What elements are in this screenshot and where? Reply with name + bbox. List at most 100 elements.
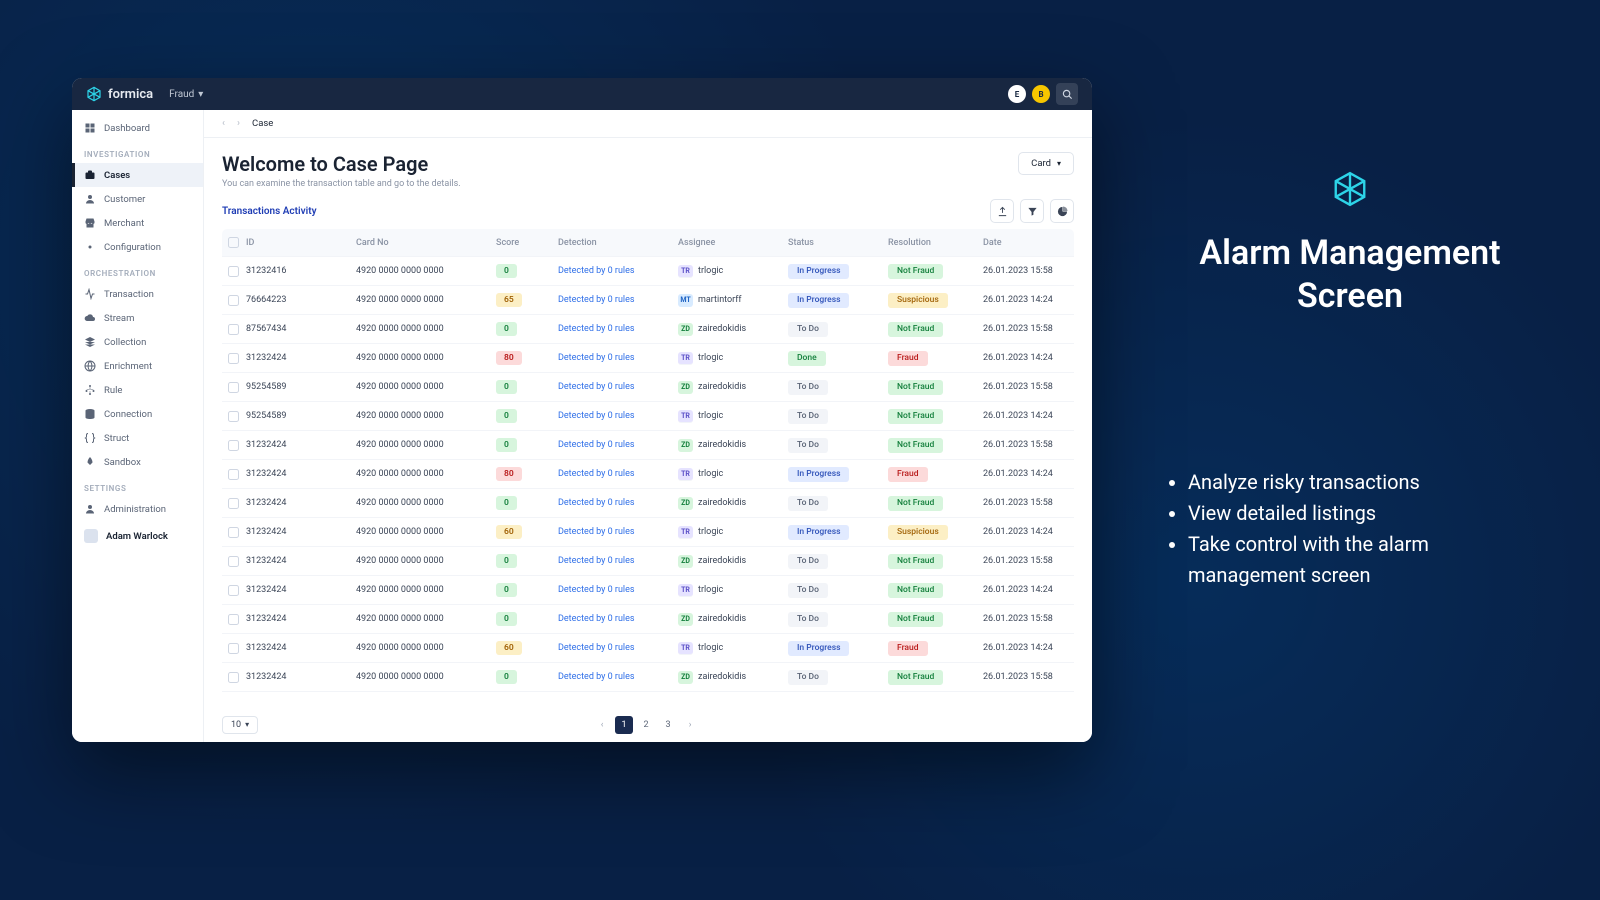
col-header[interactable]: Resolution <box>888 238 983 248</box>
assignee-tag: ZD <box>678 497 693 510</box>
sidebar-item-connection[interactable]: Connection <box>72 402 203 426</box>
cell-detection[interactable]: Detected by 0 rules <box>558 295 678 305</box>
promo-bullet: Take control with the alarm management s… <box>1188 529 1540 591</box>
sidebar-item-transaction[interactable]: Transaction <box>72 282 203 306</box>
row-checkbox[interactable] <box>228 353 239 364</box>
cell-date: 26.01.2023 14:24 <box>983 643 1073 653</box>
cell-detection[interactable]: Detected by 0 rules <box>558 672 678 682</box>
sidebar-item-customer[interactable]: Customer <box>72 187 203 211</box>
cell-id: 31232424 <box>246 585 356 595</box>
sidebar-user[interactable]: Adam Warlock <box>72 521 203 551</box>
row-checkbox[interactable] <box>228 614 239 625</box>
search-button[interactable] <box>1056 83 1078 105</box>
table-row[interactable]: 312324244920 0000 0000 00000Detected by … <box>222 489 1074 518</box>
col-header[interactable]: Date <box>983 238 1073 248</box>
assignee-tag: ZD <box>678 613 693 626</box>
cell-date: 26.01.2023 15:58 <box>983 382 1073 392</box>
sidebar-item-stream[interactable]: Stream <box>72 306 203 330</box>
promo-bullets: Analyze risky transactionsView detailed … <box>1160 467 1540 591</box>
breadcrumb-fwd-icon[interactable]: › <box>237 118 240 129</box>
sidebar-item-rule[interactable]: Rule <box>72 378 203 402</box>
table-row[interactable]: 312324244920 0000 0000 000060Detected by… <box>222 634 1074 663</box>
col-header[interactable]: Card No <box>356 238 496 248</box>
sidebar-item-enrichment[interactable]: Enrichment <box>72 354 203 378</box>
page-number[interactable]: 1 <box>615 716 633 734</box>
row-checkbox[interactable] <box>228 527 239 538</box>
sidebar-item-sandbox[interactable]: Sandbox <box>72 450 203 474</box>
cell-detection[interactable]: Detected by 0 rules <box>558 353 678 363</box>
row-checkbox[interactable] <box>228 295 239 306</box>
sidebar-item-collection[interactable]: Collection <box>72 330 203 354</box>
table-row[interactable]: 312324244920 0000 0000 00000Detected by … <box>222 576 1074 605</box>
sidebar-item-label: Customer <box>104 194 145 205</box>
sidebar-item-administration[interactable]: Administration <box>72 497 203 521</box>
table-row[interactable]: 875674344920 0000 0000 00000Detected by … <box>222 315 1074 344</box>
cell-detection[interactable]: Detected by 0 rules <box>558 469 678 479</box>
assignee-tag: ZD <box>678 381 693 394</box>
export-button[interactable] <box>990 199 1014 223</box>
cell-detection[interactable]: Detected by 0 rules <box>558 527 678 537</box>
row-checkbox[interactable] <box>228 324 239 335</box>
cell-detection[interactable]: Detected by 0 rules <box>558 585 678 595</box>
sidebar-item-cases[interactable]: Cases <box>72 163 203 187</box>
cell-detection[interactable]: Detected by 0 rules <box>558 266 678 276</box>
cell-detection[interactable]: Detected by 0 rules <box>558 643 678 653</box>
page-prev[interactable]: ‹ <box>593 716 611 734</box>
table-row[interactable]: 766642234920 0000 0000 000065Detected by… <box>222 286 1074 315</box>
row-checkbox[interactable] <box>228 672 239 683</box>
card-dropdown[interactable]: Card ▾ <box>1018 152 1074 175</box>
filter-button[interactable] <box>1020 199 1044 223</box>
sidebar-item-dashboard[interactable]: Dashboard <box>72 116 203 140</box>
sidebar-item-label: Cases <box>104 170 130 181</box>
score-badge: 0 <box>496 438 517 452</box>
table-row[interactable]: 312324244920 0000 0000 000080Detected by… <box>222 460 1074 489</box>
table-row[interactable]: 312324244920 0000 0000 00000Detected by … <box>222 431 1074 460</box>
row-checkbox[interactable] <box>228 643 239 654</box>
col-header[interactable]: Assignee <box>678 238 788 248</box>
col-header[interactable]: Detection <box>558 238 678 248</box>
row-checkbox[interactable] <box>228 411 239 422</box>
col-header[interactable]: ID <box>246 238 356 248</box>
page-number[interactable]: 2 <box>637 716 655 734</box>
cell-detection[interactable]: Detected by 0 rules <box>558 324 678 334</box>
row-checkbox[interactable] <box>228 469 239 480</box>
page-size-value: 10 <box>231 720 241 730</box>
row-checkbox[interactable] <box>228 382 239 393</box>
select-all-checkbox[interactable] <box>228 237 239 248</box>
cell-assignee: TRtrlogic <box>678 468 788 481</box>
table-row[interactable]: 312324164920 0000 0000 00000Detected by … <box>222 257 1074 286</box>
sidebar-item-merchant[interactable]: Merchant <box>72 211 203 235</box>
layers-icon <box>84 336 96 348</box>
row-checkbox[interactable] <box>228 440 239 451</box>
table-row[interactable]: 312324244920 0000 0000 00000Detected by … <box>222 605 1074 634</box>
table-row[interactable]: 312324244920 0000 0000 00000Detected by … <box>222 663 1074 692</box>
row-checkbox[interactable] <box>228 585 239 596</box>
table-row[interactable]: 952545894920 0000 0000 00000Detected by … <box>222 402 1074 431</box>
page-next[interactable]: › <box>681 716 699 734</box>
table-row[interactable]: 952545894920 0000 0000 00000Detected by … <box>222 373 1074 402</box>
top-menu-fraud[interactable]: Fraud ▾ <box>169 89 203 100</box>
breadcrumb-back-icon[interactable]: ‹ <box>222 118 225 129</box>
sidebar-item-configuration[interactable]: Configuration <box>72 235 203 259</box>
page-number[interactable]: 3 <box>659 716 677 734</box>
user-pill-b[interactable]: B <box>1032 85 1050 103</box>
table-row[interactable]: 312324244920 0000 0000 00000Detected by … <box>222 547 1074 576</box>
row-checkbox[interactable] <box>228 498 239 509</box>
row-checkbox[interactable] <box>228 556 239 567</box>
cell-detection[interactable]: Detected by 0 rules <box>558 382 678 392</box>
row-checkbox[interactable] <box>228 266 239 277</box>
cell-detection[interactable]: Detected by 0 rules <box>558 498 678 508</box>
col-header[interactable]: Score <box>496 238 558 248</box>
cell-detection[interactable]: Detected by 0 rules <box>558 614 678 624</box>
cell-detection[interactable]: Detected by 0 rules <box>558 411 678 421</box>
table-row[interactable]: 312324244920 0000 0000 000060Detected by… <box>222 518 1074 547</box>
sidebar-item-struct[interactable]: Struct <box>72 426 203 450</box>
brand-logo[interactable]: formica <box>86 86 153 102</box>
cell-detection[interactable]: Detected by 0 rules <box>558 440 678 450</box>
cell-detection[interactable]: Detected by 0 rules <box>558 556 678 566</box>
page-size-select[interactable]: 10 ▾ <box>222 716 258 734</box>
table-row[interactable]: 312324244920 0000 0000 000080Detected by… <box>222 344 1074 373</box>
user-pill-e[interactable]: E <box>1008 85 1026 103</box>
chart-button[interactable] <box>1050 199 1074 223</box>
col-header[interactable]: Status <box>788 238 888 248</box>
